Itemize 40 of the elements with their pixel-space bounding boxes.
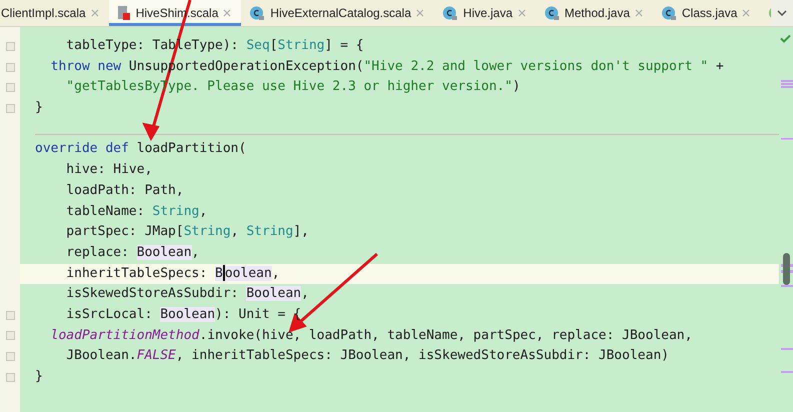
close-icon[interactable]	[416, 9, 424, 17]
code-line: JBoolean.FALSE, inheritTableSpecs: JBoolean, isSkewedStoreAsSubdir: JBoolean)	[65, 347, 670, 366]
close-icon[interactable]	[223, 9, 232, 17]
chevron-down-icon	[777, 10, 787, 16]
file-tab[interactable]: ClientImpl.scala	[0, 0, 109, 26]
fold-marker-icon[interactable]	[6, 331, 14, 340]
code-line: override def loadPartition(	[34, 140, 248, 158]
tab-list-button[interactable]	[771, 0, 793, 26]
fold-marker-icon[interactable]	[6, 104, 14, 113]
fold-marker-icon[interactable]	[6, 42, 14, 51]
fold-marker-icon[interactable]	[6, 372, 14, 382]
check-icon	[780, 34, 791, 43]
fold-marker-icon[interactable]	[6, 83, 14, 92]
code-line: isSkewedStoreAsSubdir: Boolean,	[65, 285, 310, 304]
class-icon	[544, 5, 560, 21]
fold-marker-icon[interactable]	[6, 310, 14, 320]
code-line: tableName: String,	[65, 202, 208, 220]
text-cursor	[222, 265, 225, 281]
file-icon	[116, 5, 131, 21]
file-tab[interactable]: Class.java	[652, 0, 760, 26]
code-line: partSpec: JMap[String, String],	[65, 223, 310, 242]
close-icon[interactable]	[518, 9, 526, 17]
fold-marker-icon[interactable]	[6, 62, 14, 72]
close-icon[interactable]	[742, 9, 750, 17]
code-line: loadPath: Path,	[65, 182, 185, 200]
code-line: loadPartitionMethod.invoke(hive, loadPath, tableName, partSpec, replace: JBoolean,	[50, 326, 694, 345]
code-line: }	[34, 368, 44, 386]
class-icon	[442, 5, 458, 21]
class-icon	[249, 5, 266, 21]
close-icon[interactable]	[634, 9, 643, 17]
close-icon[interactable]	[90, 9, 99, 17]
file-tab[interactable]: Hive.java	[434, 0, 536, 26]
code-line: }	[34, 99, 44, 118]
code-line: replace: Boolean,	[65, 244, 200, 262]
scrollbar-thumb[interactable]	[783, 253, 790, 285]
class-icon	[660, 5, 677, 21]
file-tab[interactable]: Method.java	[536, 0, 653, 26]
file-tab[interactable]: HiveExternalCatalog.scala	[241, 0, 434, 26]
fold-marker-icon[interactable]	[6, 352, 14, 362]
code-line: hive: Hive,	[65, 161, 154, 180]
